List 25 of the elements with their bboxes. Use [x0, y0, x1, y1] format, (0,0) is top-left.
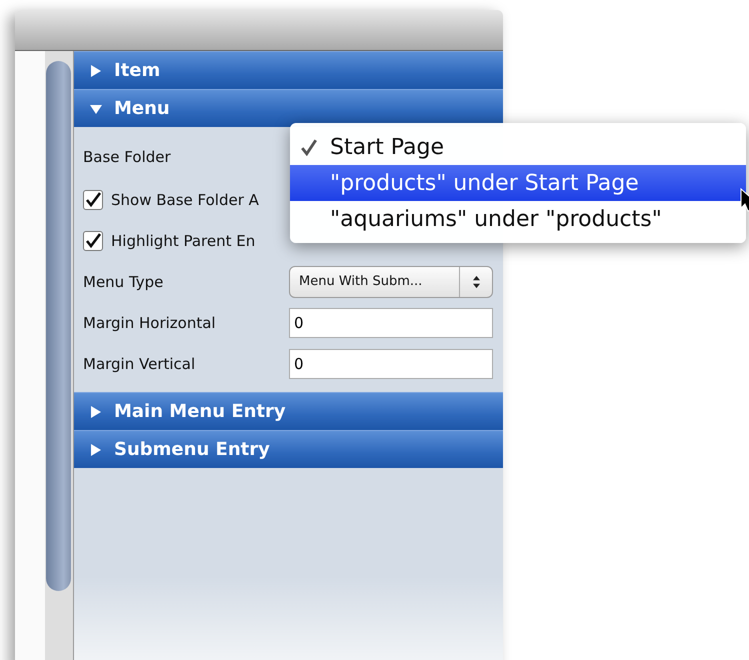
menu-item[interactable]: "products" under Start Page	[290, 165, 746, 201]
section-header[interactable]: Submenu Entry	[74, 430, 503, 468]
section-header[interactable]: Menu	[74, 89, 503, 127]
menu-type-dropdown[interactable]: Menu With Subm...	[289, 266, 493, 298]
input-field[interactable]: 0	[289, 308, 493, 338]
disclosure-triangle-icon	[90, 406, 102, 418]
field-label: Base Folder	[83, 148, 172, 166]
section-header[interactable]: Item	[74, 51, 503, 89]
checkbox[interactable]	[83, 190, 103, 210]
section-header[interactable]: Main Menu Entry	[74, 392, 503, 430]
scrollbar-thumb[interactable]	[46, 61, 71, 591]
disclosure-triangle-icon	[90, 444, 102, 456]
stepper-arrows-icon	[472, 274, 480, 288]
checkbox-label: Show Base Folder A	[111, 190, 259, 208]
input-field[interactable]: 0	[289, 348, 493, 378]
disclosure-triangle-icon	[90, 102, 102, 114]
field-label: Margin Horizontal	[83, 314, 217, 332]
field-label: Margin Vertical	[83, 354, 196, 372]
menu-item[interactable]: Start Page	[290, 129, 746, 165]
menu-item[interactable]: "aquariums" under "products"	[290, 201, 746, 237]
disclosure-triangle-icon	[90, 64, 102, 76]
checkbox[interactable]	[83, 230, 103, 250]
field-label: Menu Type	[83, 272, 164, 290]
checkbox-label: Highlight Parent En	[111, 232, 256, 250]
checkmark-icon	[300, 138, 318, 156]
